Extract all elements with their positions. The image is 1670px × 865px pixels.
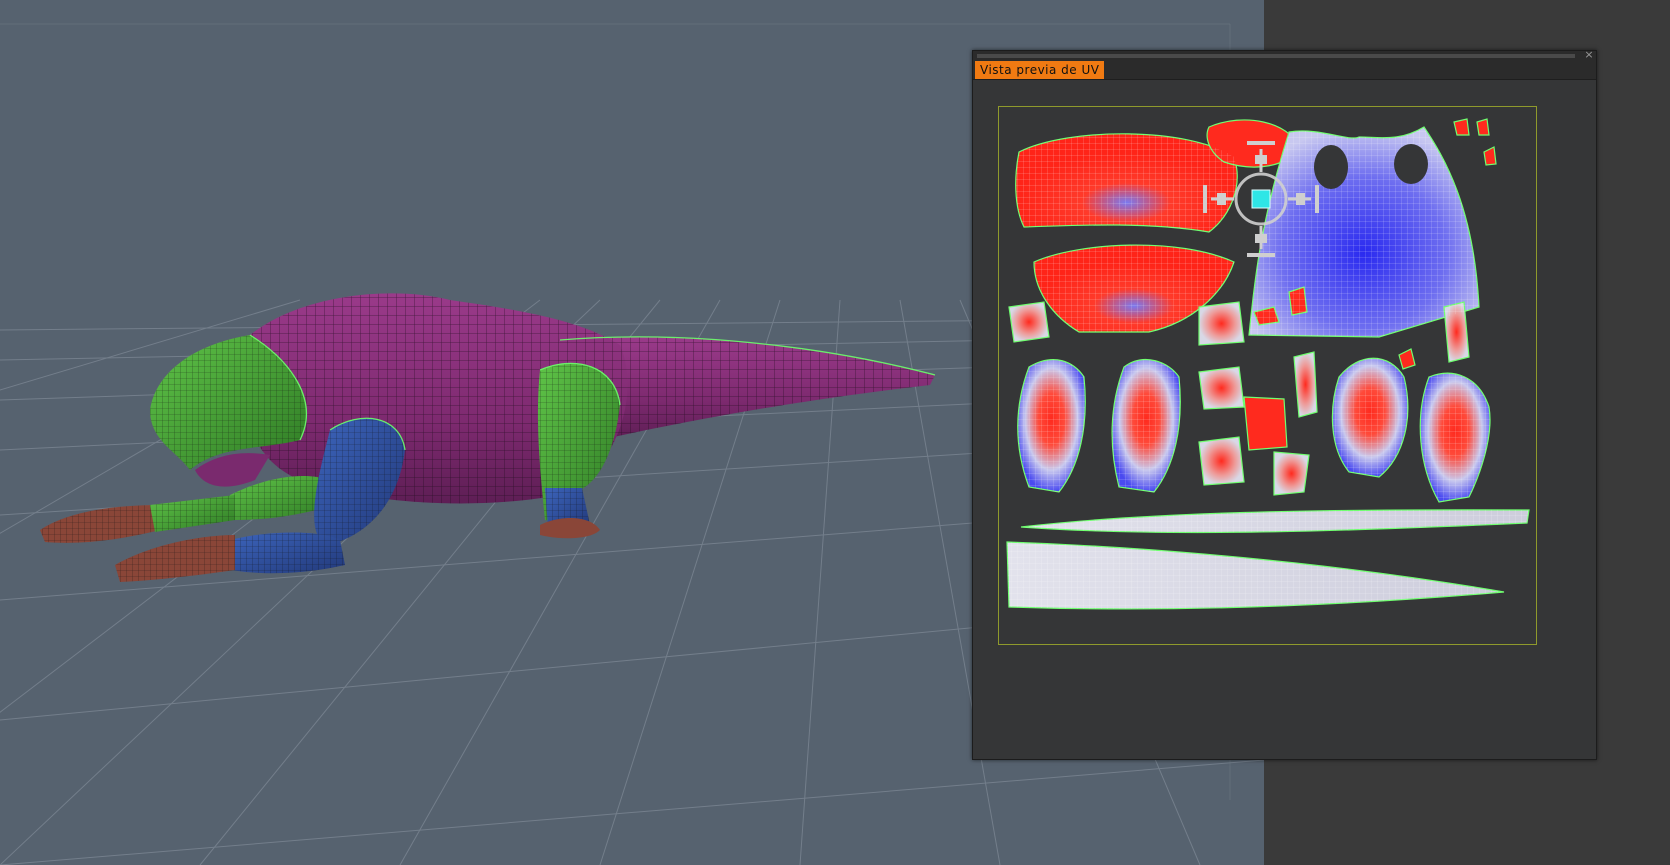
tab-uv-preview[interactable]: Vista previa de UV (975, 61, 1105, 79)
uv-islands (1006, 118, 1530, 610)
creature-model (40, 293, 936, 582)
titlebar-drag-strip[interactable] (977, 54, 1575, 58)
uv-preview-window[interactable]: × Vista previa de UV (972, 49, 1597, 760)
uv-canvas[interactable] (998, 106, 1537, 645)
close-icon[interactable]: × (1583, 49, 1595, 61)
window-titlebar[interactable]: × Vista previa de UV (973, 49, 1596, 80)
